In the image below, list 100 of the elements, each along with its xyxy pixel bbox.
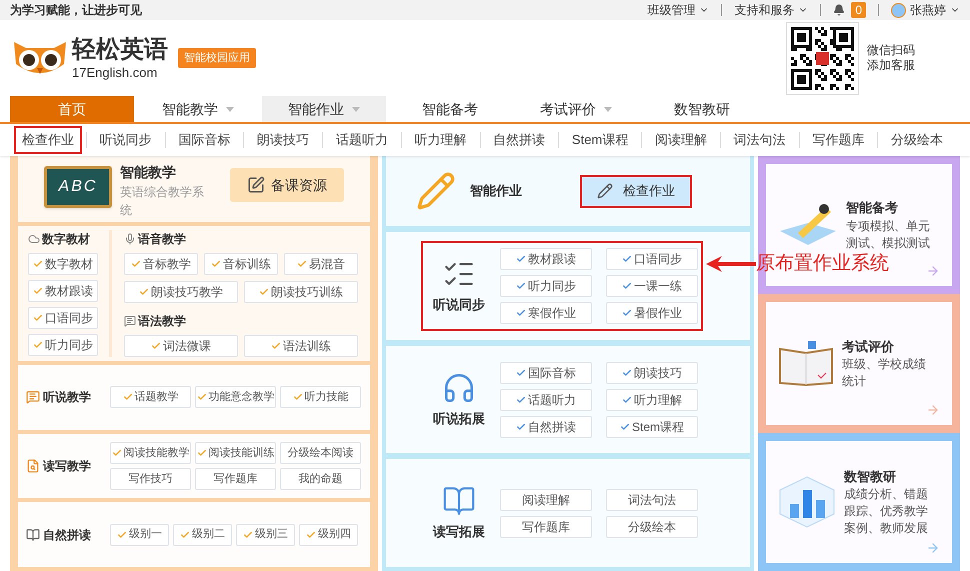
feature-chip[interactable]: 分级绘本阅读: [280, 442, 361, 464]
feature-chip[interactable]: 写作题库: [195, 468, 276, 490]
nav-tab[interactable]: 智能作业: [262, 96, 386, 122]
group-title: 读写拓展: [433, 523, 485, 542]
feature-chip[interactable]: 级别一: [110, 524, 169, 546]
sub-nav-link[interactable]: 分级绘本: [883, 126, 952, 154]
feature-chip[interactable]: 话题听力: [500, 388, 592, 410]
check-icon: [139, 287, 149, 297]
feature-chip[interactable]: 分级绘本: [606, 516, 698, 538]
feature-chip[interactable]: 话题教学: [110, 386, 191, 408]
feature-chip[interactable]: 阅读技能教学: [110, 442, 191, 464]
sub-nav-link[interactable]: 听说同步: [92, 126, 160, 154]
sub-nav-link[interactable]: 国际音标: [170, 126, 238, 154]
pencil-icon: [597, 183, 613, 199]
edit-icon: [247, 176, 265, 194]
feature-chip[interactable]: 词法微课: [124, 335, 238, 357]
check-icon: [33, 313, 43, 323]
feature-chip[interactable]: 朗读技巧: [606, 362, 698, 384]
card-title: 数智教研: [844, 468, 897, 486]
resource-button[interactable]: 备课资源: [230, 168, 344, 202]
feature-chip[interactable]: Stem课程: [606, 416, 698, 438]
school-badge: 智能校园应用: [178, 48, 256, 68]
check-icon: [620, 422, 630, 432]
arrow-right-icon[interactable]: [926, 402, 940, 417]
chalkboard-text: ABC: [58, 177, 98, 197]
feature-chip[interactable]: 级别三: [236, 524, 295, 546]
sub-nav-link[interactable]: 话题听力: [328, 126, 396, 154]
feature-chip[interactable]: 听力理解: [606, 388, 698, 410]
group-title: 听说拓展: [433, 410, 485, 428]
user-menu[interactable]: 张燕婷: [879, 1, 960, 19]
sub-nav-link[interactable]: 自然拼读: [485, 126, 554, 154]
row-title: 读写教学: [26, 457, 110, 475]
cloud-icon: [28, 233, 40, 245]
feature-chip[interactable]: 阅读技能训练: [195, 442, 276, 464]
check-icon: [622, 280, 632, 291]
check-icon: [516, 254, 526, 264]
feature-chip[interactable]: 国际音标: [500, 362, 592, 384]
check-icon: [622, 394, 632, 404]
check-icon: [122, 392, 132, 402]
sub-nav-link[interactable]: 朗读技巧: [249, 126, 318, 154]
check-icon: [243, 530, 253, 540]
check-icon: [117, 530, 127, 540]
check-icon: [151, 341, 161, 351]
check-icon: [516, 422, 526, 432]
feature-chip[interactable]: 语法训练: [244, 335, 358, 357]
sub-nav-link[interactable]: 检查作业: [14, 126, 82, 154]
feature-chip[interactable]: 口语同步: [28, 307, 98, 329]
sub-nav-link[interactable]: 词法句法: [726, 126, 794, 154]
feature-chip[interactable]: 词法句法: [606, 488, 698, 511]
sub-nav-link[interactable]: 写作题库: [804, 126, 872, 154]
feature-chip[interactable]: 级别四: [299, 524, 358, 546]
feature-chip[interactable]: 写作题库: [500, 516, 592, 538]
panel-title: 智能教学: [120, 163, 177, 182]
pencil-icon: [416, 171, 456, 211]
check-icon: [622, 368, 632, 378]
feature-chip[interactable]: 音标训练: [204, 253, 278, 275]
check-icon: [131, 259, 141, 269]
feature-chip[interactable]: 听力技能: [280, 386, 361, 408]
feature-chip[interactable]: 教材跟读: [500, 248, 592, 270]
feature-chip[interactable]: 功能意念教学: [195, 386, 276, 408]
feature-chip[interactable]: 暑假作业: [606, 302, 698, 324]
top-menu[interactable]: 支持和服务: [722, 1, 820, 19]
feature-chip[interactable]: 易混音: [284, 253, 358, 275]
arrow-right-icon[interactable]: [926, 264, 940, 278]
row-title: 听说教学: [26, 388, 110, 406]
check-icon: [259, 287, 269, 297]
feature-chip[interactable]: 级别二: [173, 524, 232, 546]
sub-nav-link[interactable]: Stem课程: [564, 126, 636, 154]
sub-nav-link[interactable]: 听力理解: [406, 126, 475, 154]
feature-chip[interactable]: 音标教学: [124, 253, 198, 275]
check-icon: [196, 392, 206, 402]
arrow-right-icon[interactable]: [926, 540, 940, 555]
check-icon: [33, 259, 43, 269]
book-icon: [26, 528, 40, 542]
feature-chip[interactable]: 听力同步: [500, 274, 592, 297]
caret-icon: [604, 106, 612, 112]
feature-chip[interactable]: 我的命题: [280, 468, 361, 490]
feature-chip[interactable]: 自然拼读: [500, 416, 592, 438]
feature-chip[interactable]: 阅读理解: [500, 488, 592, 511]
annotation-text: 原布置作业系统: [756, 252, 889, 276]
section-title: 数字教材: [28, 230, 101, 248]
panel-description: 英语综合教学系统: [120, 184, 205, 219]
feature-chip[interactable]: 朗读技巧训练: [244, 281, 358, 303]
top-menu[interactable]: 班级管理: [635, 1, 722, 19]
check-icon: [516, 280, 526, 291]
feature-chip[interactable]: 写作技巧: [110, 468, 191, 490]
sub-nav-link[interactable]: 阅读理解: [646, 126, 715, 154]
bell-icon: [833, 4, 846, 16]
check-homework-button[interactable]: 检查作业: [580, 174, 692, 208]
check-icon: [180, 530, 190, 540]
chat-icon: [124, 315, 136, 327]
feature-chip[interactable]: 数字教材: [28, 253, 98, 275]
feature-chip[interactable]: 朗读技巧教学: [124, 281, 238, 303]
feature-chip[interactable]: 听力同步: [28, 334, 98, 356]
check-icon: [516, 308, 526, 318]
feature-chip[interactable]: 口语同步: [606, 248, 698, 270]
feature-chip[interactable]: 教材跟读: [28, 280, 98, 302]
feature-chip[interactable]: 一课一练: [606, 274, 698, 297]
feature-chip[interactable]: 寒假作业: [500, 302, 592, 324]
check-icon: [292, 392, 302, 402]
